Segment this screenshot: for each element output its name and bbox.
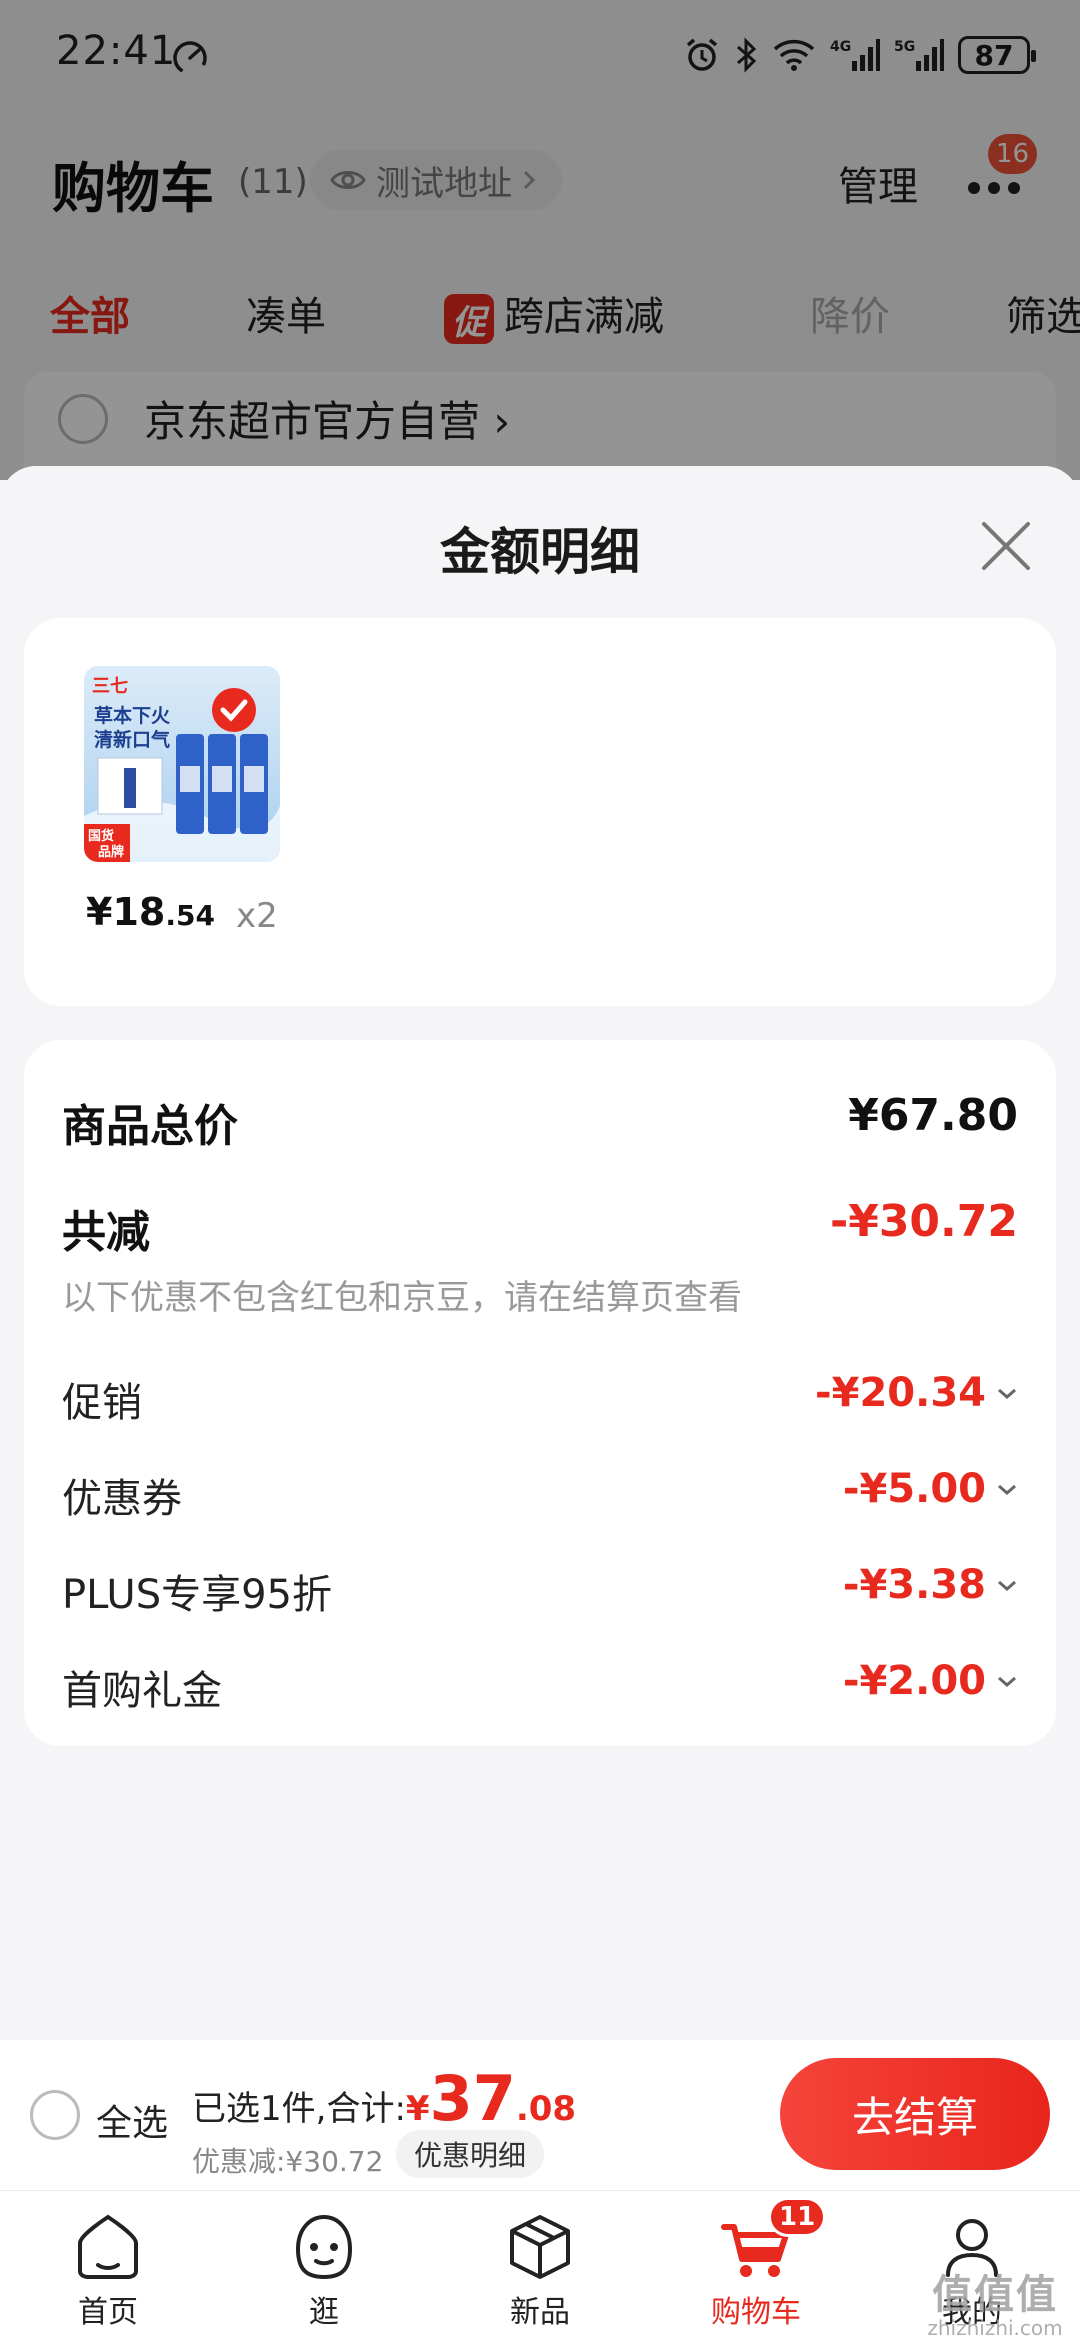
discount-amount: -¥3.38: [843, 1562, 1018, 1608]
close-icon[interactable]: [978, 518, 1034, 574]
discount-detail-button[interactable]: 优惠明细: [396, 2130, 545, 2178]
discount-value: -¥2.00: [842, 1658, 986, 1704]
toothpaste-image: 三七 草本下火 清新口气 国货 品牌: [84, 666, 280, 862]
discount-value: -¥3.38: [842, 1562, 986, 1608]
product-image-line-2: 清新口气: [94, 728, 170, 751]
modal-overlay[interactable]: [0, 0, 1080, 480]
discount-row-promotion[interactable]: 促销 -¥20.34: [62, 1370, 1018, 1428]
nav-cart[interactable]: 11 购物车: [648, 2191, 864, 2340]
reduce-hint: 以下优惠不包含红包和京豆，请在结算页查看: [62, 1278, 742, 1318]
select-all-label[interactable]: 全选: [96, 2094, 168, 2146]
bottom-tab-bar: 首页 逛 新品 11 购物车 我的: [0, 2190, 1080, 2340]
amount-detail-sheet: 金额明细 三七 草本下火 清新口气 国货 品牌 ¥18.54 x2 商品总价 ¥…: [0, 466, 1080, 2040]
price-summary-card: 商品总价 ¥67.80 共减 -¥30.72 以下优惠不包含红包和京豆，请在结算…: [24, 1040, 1056, 1746]
nav-home[interactable]: 首页: [0, 2191, 216, 2340]
chevron-down-icon: [998, 1388, 1016, 1399]
total-row: 商品总价 ¥67.80: [62, 1090, 1018, 1154]
face-icon: [295, 2214, 353, 2280]
discount-row-first-purchase[interactable]: 首购礼金 -¥2.00: [62, 1658, 1018, 1716]
discount-amount: -¥2.00: [843, 1658, 1018, 1704]
nav-browse[interactable]: 逛: [216, 2191, 432, 2340]
home-icon: [78, 2214, 138, 2279]
discount-summary: 优惠减:¥30.72: [192, 2145, 384, 2178]
product-badge-line-1: 国货: [88, 828, 114, 844]
reduce-row: 共减 -¥30.72 以下优惠不包含红包和京豆，请在结算页查看: [62, 1196, 1018, 1319]
discount-label: 首购礼金: [62, 1668, 222, 1714]
product-image-line-1: 草本下火: [94, 704, 171, 727]
product-card: 三七 草本下火 清新口气 国货 品牌 ¥18.54 x2: [24, 618, 1056, 1006]
total-amount: ¥67.80: [848, 1090, 1018, 1141]
product-price: ¥18.54: [86, 890, 215, 934]
discount-label: PLUS专享95折: [62, 1572, 332, 1618]
nav-label: 逛: [309, 2295, 339, 2330]
select-all-checkbox[interactable]: [30, 2090, 80, 2140]
nav-new[interactable]: 新品: [432, 2191, 648, 2340]
product-image: 三七 草本下火 清新口气 国货 品牌: [84, 666, 280, 862]
discount-label: 促销: [62, 1380, 142, 1426]
product-badge-line-2: 品牌: [98, 844, 124, 860]
checkout-button[interactable]: 去结算: [780, 2058, 1050, 2170]
total-int: 37: [429, 2062, 516, 2135]
sheet-title: 金额明细: [440, 523, 640, 581]
reduce-amount: -¥30.72: [829, 1196, 1018, 1247]
product-brand-text: 三七: [92, 676, 128, 697]
nav-label: 首页: [78, 2295, 138, 2330]
product-price-dec: .54: [165, 899, 215, 932]
nav-label: 新品: [510, 2295, 570, 2330]
selected-total: 已选1件,合计:¥37.08: [192, 2062, 576, 2135]
total-currency: ¥: [405, 2089, 430, 2129]
discount-label: 优惠券: [62, 1476, 182, 1522]
watermark-url: zhizhizhi.com: [927, 2316, 1063, 2340]
discount-row-plus[interactable]: PLUS专享95折 -¥3.38: [62, 1562, 1018, 1620]
watermark: 值值值 zhizhizhi.com: [920, 2262, 1070, 2340]
chevron-down-icon: [998, 1676, 1016, 1687]
product-quantity: x2: [236, 896, 278, 936]
discount-value: -¥20.34: [815, 1370, 986, 1416]
chevron-down-icon: [998, 1484, 1016, 1495]
product-price-int: ¥18: [86, 890, 166, 934]
chevron-down-icon: [998, 1580, 1016, 1591]
box-icon: [510, 2215, 570, 2279]
total-label: 商品总价: [62, 1101, 238, 1152]
cart-badge: 11: [768, 2197, 827, 2237]
selected-summary: 已选1件,合计:: [192, 2089, 406, 2129]
nav-label: 购物车: [711, 2295, 801, 2330]
discount-row-coupon[interactable]: 优惠券 -¥5.00: [62, 1466, 1018, 1524]
discount-value: -¥5.00: [842, 1466, 986, 1512]
watermark-logo: 值值值: [932, 2272, 1058, 2318]
checkout-bar: 全选 已选1件,合计:¥37.08 优惠减:¥30.72 优惠明细 去结算: [0, 2040, 1080, 2190]
discount-amount: -¥20.34: [815, 1370, 1018, 1416]
total-dec: .08: [515, 2089, 577, 2129]
discount-amount: -¥5.00: [843, 1466, 1018, 1512]
